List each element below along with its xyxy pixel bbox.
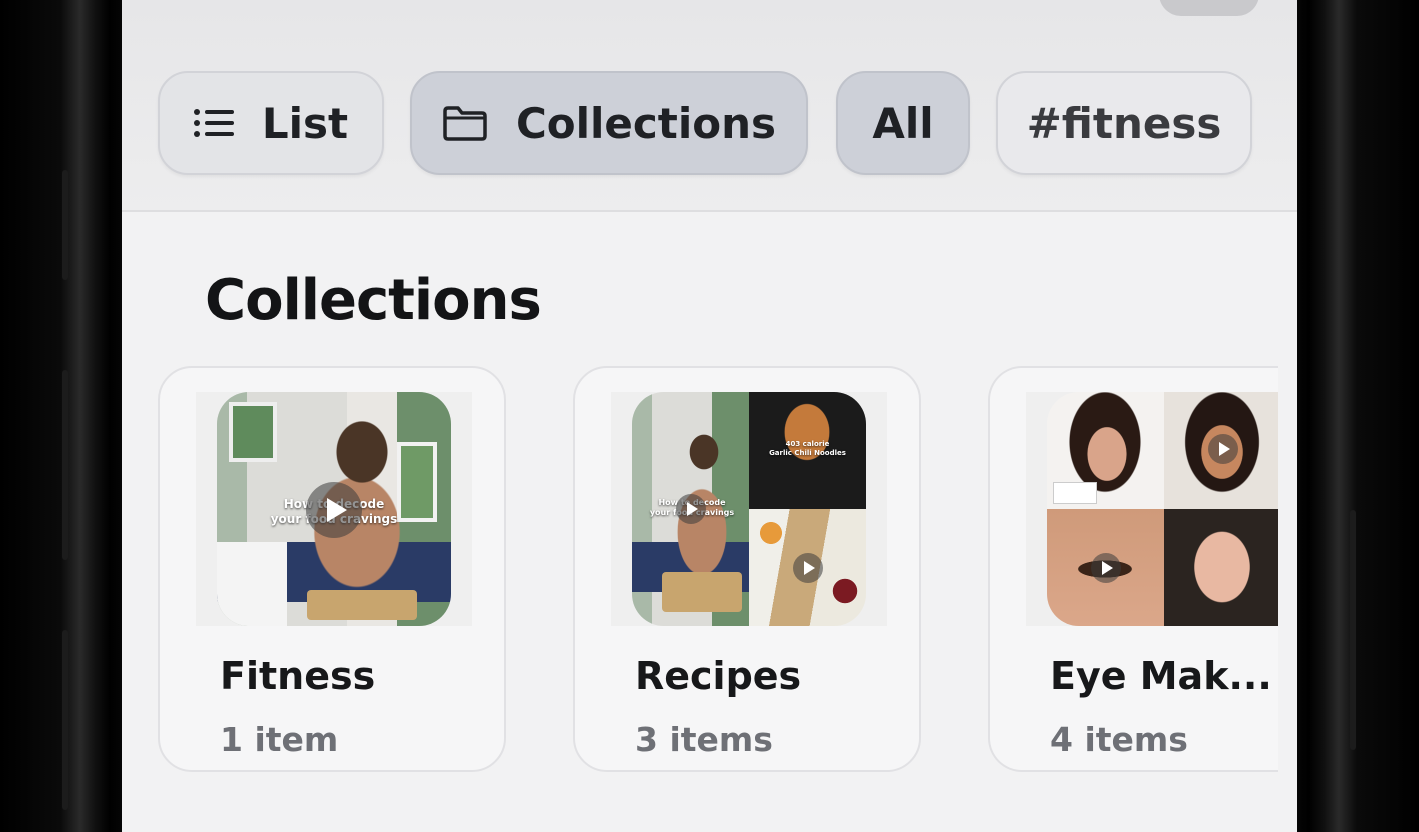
list-view-button[interactable]: List: [158, 71, 384, 175]
collection-item-count: 1 item: [220, 720, 339, 759]
filter-tag-chip[interactable]: #fitness: [996, 71, 1252, 175]
collections-view-label: Collections: [515, 98, 777, 148]
play-icon: [793, 553, 823, 583]
filter-bar: List Collections All #fitness: [122, 0, 1297, 212]
volume-up-button: [62, 170, 68, 280]
collections-view-button[interactable]: Collections: [410, 71, 808, 175]
filter-all-chip[interactable]: All: [836, 71, 970, 175]
video-tile: [1047, 509, 1164, 626]
video-tile: [1164, 392, 1278, 509]
video-tile: 403 calorie Garlic Chili Noodles: [749, 392, 866, 509]
phone-bezel-right: [1297, 0, 1419, 832]
section-title: Collections: [205, 268, 542, 333]
collection-card-eye-makeup[interactable]: Eye Mak... 4 items: [988, 366, 1278, 772]
collection-title: Fitness: [220, 654, 376, 698]
collection-thumbnail: How to decode your food cravings 403 cal…: [611, 392, 887, 626]
collection-item-count: 4 items: [1050, 720, 1188, 759]
collection-card-recipes[interactable]: How to decode your food cravings 403 cal…: [573, 366, 921, 772]
collection-card-fitness[interactable]: How to decode your food cravings Fitness…: [158, 366, 506, 772]
play-icon: [1208, 434, 1238, 464]
collection-title: Recipes: [635, 654, 802, 698]
play-icon: [676, 494, 706, 524]
play-icon: [1091, 553, 1121, 583]
video-tile: [749, 509, 866, 626]
volume-down-button: [62, 370, 68, 560]
list-view-label: List: [261, 98, 349, 148]
video-thumbnail-grid: How to decode your food cravings 403 cal…: [632, 392, 866, 626]
video-tile: [1047, 392, 1164, 509]
video-thumbnail: How to decode your food cravings: [217, 392, 451, 626]
collection-title: Eye Mak...: [1050, 654, 1272, 698]
filter-all-label: All: [872, 98, 934, 148]
phone-bezel-left: [0, 0, 122, 832]
video-thumbnail-grid: [1047, 392, 1278, 626]
filter-tag-label: #fitness: [1026, 98, 1222, 148]
top-button-partial[interactable]: [1159, 0, 1259, 16]
play-icon: [306, 482, 362, 538]
collection-thumbnail: How to decode your food cravings: [196, 392, 472, 626]
app-screen: List Collections All #fitness Collection…: [122, 0, 1297, 832]
collection-thumbnail: [1026, 392, 1278, 626]
video-caption: 403 calorie Garlic Chili Noodles: [769, 440, 846, 457]
video-tile: [1164, 509, 1278, 626]
list-icon: [193, 108, 234, 138]
collection-item-count: 3 items: [635, 720, 773, 759]
video-tile: How to decode your food cravings: [632, 392, 749, 626]
power-button: [1350, 510, 1356, 750]
folder-icon: [442, 105, 488, 141]
side-button-lower: [62, 630, 68, 810]
